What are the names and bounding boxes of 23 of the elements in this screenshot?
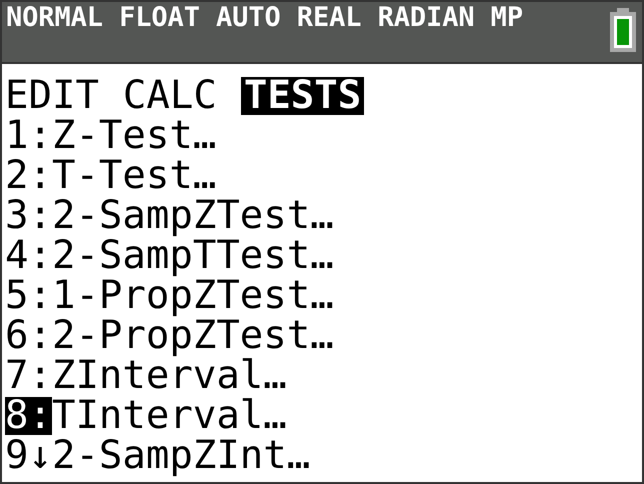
- battery-icon: [610, 8, 636, 52]
- item-number[interactable]: 3:: [5, 197, 52, 235]
- menu-item[interactable]: 2-SampZTest…: [52, 197, 334, 235]
- item-number[interactable]: 7:: [5, 357, 52, 395]
- item-number[interactable]: 1:: [5, 117, 52, 155]
- menu-item[interactable]: 2-SampZInt…: [52, 437, 310, 475]
- item-number[interactable]: 6:: [5, 317, 52, 355]
- item-number[interactable]: 8:: [5, 397, 52, 435]
- item-number[interactable]: 5:: [5, 277, 52, 315]
- menu-item[interactable]: TInterval…: [52, 397, 287, 435]
- menu-item[interactable]: 2-SampTTest…: [52, 237, 334, 275]
- menu-item[interactable]: T-Test…: [52, 157, 216, 195]
- menu-tab[interactable]: EDIT: [5, 77, 99, 115]
- menu-item[interactable]: 1-PropZTest…: [52, 277, 334, 315]
- menu-tab[interactable]: CALC: [122, 77, 217, 115]
- item-number[interactable]: 2:: [5, 157, 52, 195]
- menu-item[interactable]: 2-PropZTest…: [52, 317, 334, 355]
- menu-item[interactable]: ZInterval…: [52, 357, 287, 395]
- item-number[interactable]: 9↓: [5, 437, 52, 475]
- menu-item[interactable]: Z-Test…: [52, 117, 216, 155]
- menu-tab[interactable]: TESTS: [240, 77, 364, 115]
- item-number[interactable]: 4:: [5, 237, 52, 275]
- mode-settings: NORMAL FLOAT AUTO REAL RADIAN MP: [6, 2, 523, 34]
